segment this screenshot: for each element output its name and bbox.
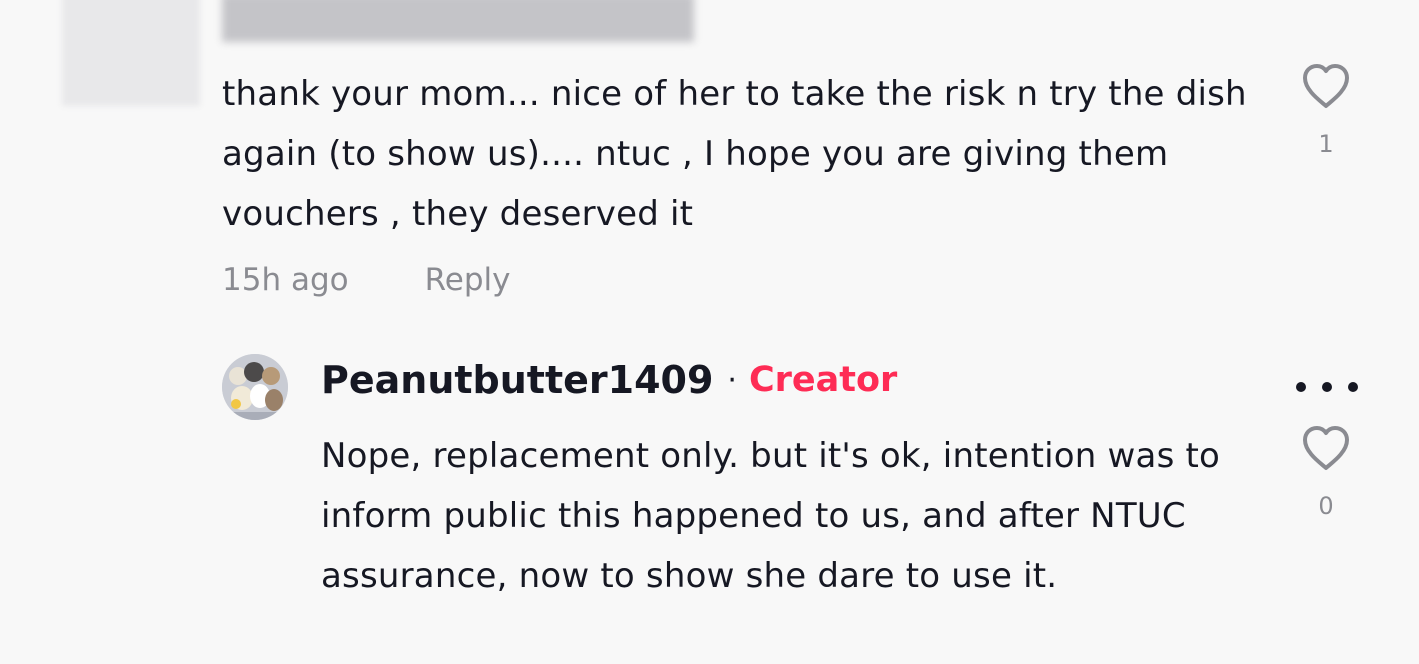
comment-text: thank your mom... nice of her to take th… (222, 74, 1247, 234)
reply-username[interactable]: Peanutbutter1409 (321, 358, 713, 402)
blurred-avatar[interactable] (62, 0, 200, 106)
reply-like[interactable]: 0 (1296, 424, 1356, 520)
comments-panel: thank your mom... nice of her to take th… (0, 0, 1419, 664)
creator-badge: Creator (748, 360, 898, 400)
more-dot-icon (1348, 382, 1358, 392)
comment-meta: 15h ago Reply (222, 262, 510, 298)
avatar-image (222, 354, 288, 420)
reply-button[interactable]: Reply (425, 262, 511, 298)
comment-like-count: 1 (1318, 130, 1334, 158)
more-dot-icon (1322, 382, 1332, 392)
reply-text: Nope, replacement only. but it's ok, int… (321, 436, 1221, 596)
comment-like[interactable]: 1 (1296, 62, 1356, 158)
avatar[interactable] (222, 354, 288, 420)
heart-icon[interactable] (1300, 424, 1352, 472)
more-dot-icon (1296, 382, 1306, 392)
heart-icon[interactable] (1300, 62, 1352, 110)
more-options-button[interactable] (1296, 372, 1358, 402)
separator-dot: · (727, 362, 737, 398)
reply-like-count: 0 (1318, 492, 1334, 520)
reply-header: Peanutbutter1409 · Creator (321, 358, 897, 402)
blurred-username[interactable] (222, 0, 694, 42)
comment-timestamp: 15h ago (222, 262, 349, 298)
